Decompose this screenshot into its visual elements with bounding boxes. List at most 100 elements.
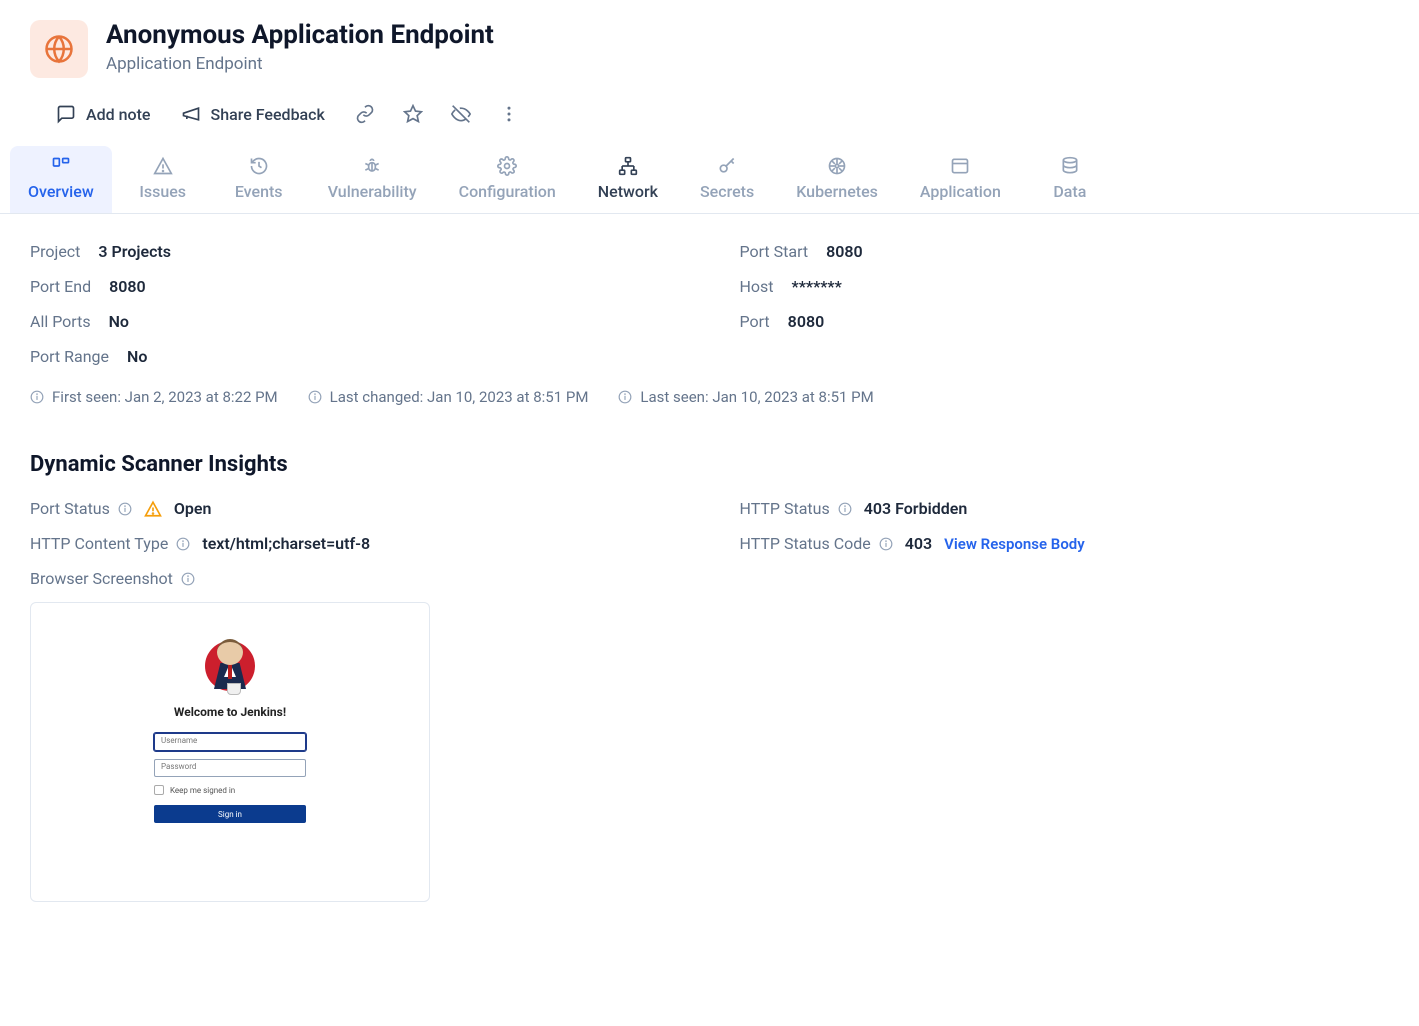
info-icon	[308, 390, 322, 404]
screenshot-keep-signed-in-label: Keep me signed in	[170, 786, 235, 795]
tab-bar: Overview Issues Events Vulnerability	[0, 146, 1419, 214]
screenshot-sign-in-button: Sign in	[154, 805, 306, 823]
more-button[interactable]	[499, 104, 519, 124]
project-label: Project	[30, 242, 80, 261]
dots-vertical-icon	[499, 104, 519, 124]
tab-issues[interactable]: Issues	[118, 146, 208, 213]
tab-vulnerability-label: Vulnerability	[328, 182, 417, 201]
browser-screenshot-preview[interactable]: Welcome to Jenkins! Username Password Ke…	[30, 602, 430, 902]
add-note-label: Add note	[86, 105, 151, 124]
tab-secrets[interactable]: Secrets	[682, 146, 772, 213]
eye-off-icon	[451, 104, 471, 124]
link-button[interactable]	[355, 104, 375, 124]
tab-network[interactable]: Network	[580, 146, 676, 213]
http-status-value: 403 Forbidden	[864, 499, 968, 518]
tab-events-label: Events	[235, 182, 283, 201]
browser-screenshot-label: Browser Screenshot	[30, 569, 173, 588]
share-feedback-button[interactable]: Share Feedback	[181, 104, 325, 124]
all-ports-label: All Ports	[30, 312, 91, 331]
warning-triangle-icon	[144, 500, 162, 518]
port-range-label: Port Range	[30, 347, 109, 366]
screenshot-keep-signed-in: Keep me signed in	[154, 785, 306, 795]
http-status-label: HTTP Status	[740, 499, 830, 518]
port-start-value: 8080	[826, 242, 863, 261]
add-note-button[interactable]: Add note	[56, 104, 151, 124]
screenshot-username-input: Username	[154, 733, 306, 751]
jenkins-logo-icon	[205, 637, 255, 695]
port-end-label: Port End	[30, 277, 91, 296]
screenshot-password-input: Password	[154, 759, 306, 777]
host-label: Host	[740, 277, 774, 296]
last-changed: Last changed: Jan 10, 2023 at 8:51 PM	[330, 388, 589, 406]
page-subtitle: Application Endpoint	[106, 54, 494, 74]
tab-application[interactable]: Application	[902, 146, 1019, 213]
port-end-value: 8080	[109, 277, 146, 296]
port-start-label: Port Start	[740, 242, 809, 261]
last-seen: Last seen: Jan 10, 2023 at 8:51 PM	[640, 388, 873, 406]
tab-data-label: Data	[1053, 182, 1086, 201]
tab-overview-label: Overview	[28, 182, 94, 201]
info-icon	[618, 390, 632, 404]
tab-issues-label: Issues	[139, 182, 186, 201]
overview-icon	[51, 156, 71, 176]
tab-kubernetes[interactable]: Kubernetes	[778, 146, 896, 213]
share-feedback-label: Share Feedback	[211, 105, 325, 124]
port-status-value: Open	[174, 499, 212, 518]
app-icon	[30, 20, 88, 78]
http-content-type-label: HTTP Content Type	[30, 534, 168, 553]
hide-button[interactable]	[451, 104, 471, 124]
favorite-button[interactable]	[403, 104, 423, 124]
details-grid: Project 3 Projects Port Start 8080 Port …	[30, 242, 1389, 366]
info-icon	[30, 390, 44, 404]
tab-overview[interactable]: Overview	[10, 146, 112, 213]
first-seen: First seen: Jan 2, 2023 at 8:22 PM	[52, 388, 278, 406]
tab-network-label: Network	[598, 182, 658, 201]
http-status-code-value: 403	[905, 534, 932, 553]
tab-events[interactable]: Events	[214, 146, 304, 213]
info-icon[interactable]	[181, 572, 195, 586]
info-icon[interactable]	[176, 537, 190, 551]
http-status-code-label: HTTP Status Code	[740, 534, 871, 553]
http-content-type-value: text/html;charset=utf-8	[202, 534, 370, 553]
port-label: Port	[740, 312, 770, 331]
tab-configuration-label: Configuration	[459, 182, 556, 201]
star-icon	[403, 104, 423, 124]
gear-icon	[497, 156, 517, 176]
key-icon	[717, 156, 737, 176]
megaphone-icon	[181, 104, 201, 124]
window-icon	[950, 156, 970, 176]
insights-title: Dynamic Scanner Insights	[30, 452, 1389, 477]
history-icon	[249, 156, 269, 176]
note-icon	[56, 104, 76, 124]
action-bar: Add note Share Feedback	[56, 104, 1389, 124]
tab-data[interactable]: Data	[1025, 146, 1115, 213]
view-response-body-link[interactable]: View Response Body	[944, 535, 1085, 553]
screenshot-welcome-text: Welcome to Jenkins!	[174, 705, 286, 719]
tab-kubernetes-label: Kubernetes	[796, 182, 878, 201]
port-range-value: No	[127, 347, 147, 366]
info-icon[interactable]	[838, 502, 852, 516]
warning-icon	[153, 156, 173, 176]
network-icon	[618, 156, 638, 176]
helm-icon	[827, 156, 847, 176]
tab-secrets-label: Secrets	[700, 182, 754, 201]
globe-icon	[44, 34, 74, 64]
link-icon	[355, 104, 375, 124]
port-status-label: Port Status	[30, 499, 110, 518]
checkbox-icon	[154, 785, 164, 795]
host-value: *******	[792, 277, 842, 296]
tab-vulnerability[interactable]: Vulnerability	[310, 146, 435, 213]
page-header: Anonymous Application Endpoint Applicati…	[30, 20, 1389, 78]
all-ports-value: No	[109, 312, 129, 331]
port-value: 8080	[788, 312, 825, 331]
database-icon	[1060, 156, 1080, 176]
info-icon[interactable]	[118, 502, 132, 516]
insights-grid: Port Status Open HTTP Status 403 Forbidd…	[30, 499, 1389, 588]
tab-configuration[interactable]: Configuration	[441, 146, 574, 213]
project-value: 3 Projects	[98, 242, 171, 261]
info-icon[interactable]	[879, 537, 893, 551]
page-title: Anonymous Application Endpoint	[106, 20, 494, 50]
tab-application-label: Application	[920, 182, 1001, 201]
bug-icon	[362, 156, 382, 176]
timestamps-row: First seen: Jan 2, 2023 at 8:22 PM Last …	[30, 388, 1389, 406]
